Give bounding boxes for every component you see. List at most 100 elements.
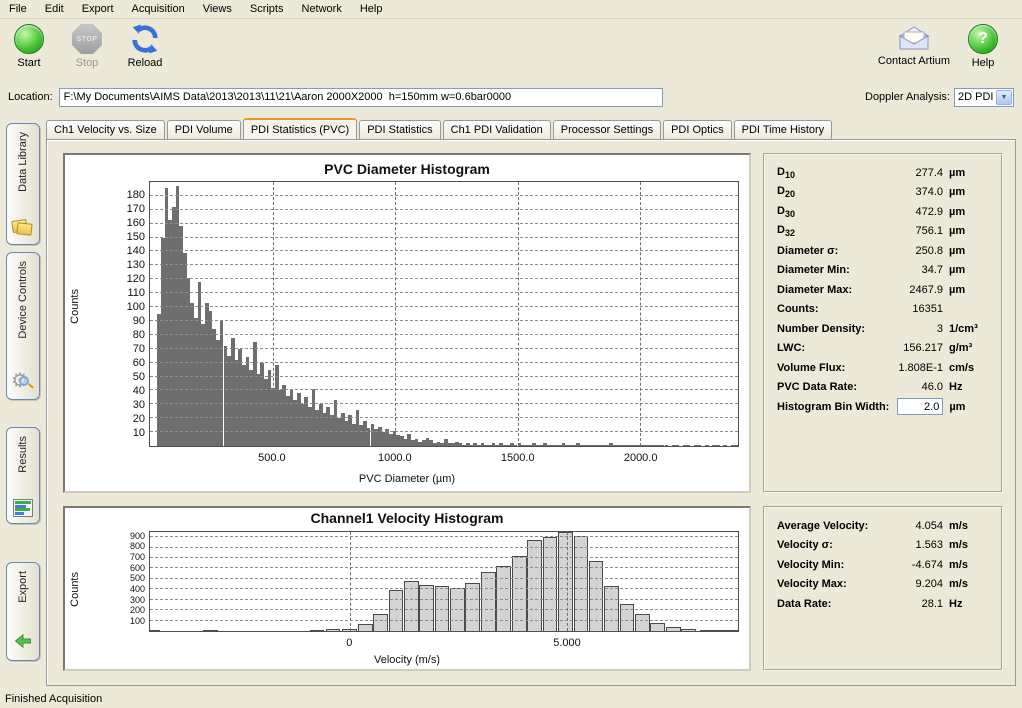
histogram-bar [676, 445, 680, 446]
gridline [150, 557, 738, 558]
y-tick-label: 80 [117, 329, 145, 341]
histogram-bar [310, 630, 325, 631]
histogram-bar [149, 630, 160, 631]
stat-label: PVC Data Rate: [777, 381, 889, 393]
start-label: Start [17, 57, 40, 69]
tab-pdi-statistics[interactable]: PDI Statistics [359, 120, 440, 139]
menu-item-export[interactable]: Export [73, 1, 123, 17]
pvc-stat-row: D20374.0µm [777, 183, 993, 203]
menu-bar: FileEditExportAcquisitionViewsScriptsNet… [0, 0, 1022, 19]
sidebar-item-results[interactable]: Results [6, 427, 40, 524]
contact-artium-label: Contact Artium [878, 55, 950, 67]
tab-ch1-velocity-vs-size[interactable]: Ch1 Velocity vs. Size [46, 120, 165, 139]
velocity-stat-row: Data Rate:28.1Hz [777, 594, 993, 614]
menu-item-network[interactable]: Network [292, 1, 350, 17]
gridline [150, 620, 738, 621]
gridline [273, 182, 274, 446]
stat-label: Data Rate: [777, 598, 889, 610]
gridline [150, 209, 738, 210]
location-input[interactable] [59, 88, 663, 107]
pvc-stat-row: Histogram Bin Width: µm [777, 397, 993, 417]
results-content-panel: PVC Diameter Histogram Counts 1020304050… [46, 139, 1016, 686]
contact-artium-button[interactable]: Contact Artium [874, 24, 954, 83]
y-tick-label: 120 [117, 273, 145, 285]
folders-icon [12, 218, 34, 238]
sidebar-item-device-controls[interactable]: Device Controls⚙ [6, 252, 40, 400]
sidebar-item-label: Results [17, 436, 29, 473]
y-tick-label: 900 [117, 531, 145, 541]
histogram-bar [543, 537, 558, 631]
gridline [150, 250, 738, 251]
stat-unit: m/s [949, 578, 993, 590]
stat-value: 4.054 [889, 520, 949, 532]
sidebar-item-export[interactable]: Export [6, 562, 40, 661]
velocity-histogram-chart: Channel1 Velocity Histogram Counts 10020… [63, 506, 751, 671]
stat-value: 2467.9 [889, 284, 949, 296]
y-tick-label: 60 [117, 357, 145, 369]
stat-unit: µm [949, 167, 993, 179]
pvc-stat-row: D30472.9µm [777, 202, 993, 222]
stat-value: 1.563 [889, 539, 949, 551]
pvc-chart-title: PVC Diameter Histogram [65, 161, 749, 177]
x-tick-label: 1500.0 [501, 452, 535, 464]
reload-icon [130, 24, 160, 54]
gridline [150, 536, 738, 537]
gridline [150, 264, 738, 265]
stat-label-subscript: 10 [785, 170, 795, 180]
gridline [518, 182, 519, 446]
pvc-yaxis-label: Counts [69, 289, 81, 324]
tab-pdi-volume[interactable]: PDI Volume [167, 120, 241, 139]
tab-ch1-pdi-validation[interactable]: Ch1 PDI Validation [443, 120, 551, 139]
y-tick-label: 20 [117, 413, 145, 425]
pvc-stat-row: PVC Data Rate:46.0Hz [777, 378, 993, 398]
pvc-stat-row: Diameter Max:2467.9µm [777, 280, 993, 300]
menu-item-acquisition[interactable]: Acquisition [123, 1, 194, 17]
menu-item-scripts[interactable]: Scripts [241, 1, 293, 17]
histogram-bin-width-input[interactable] [897, 398, 943, 415]
gridline [640, 182, 641, 446]
gridline [150, 403, 738, 404]
histogram-bar [389, 590, 404, 631]
velocity-yaxis-label: Counts [69, 572, 81, 607]
doppler-analysis-select[interactable]: 2D PDI ▼ [954, 88, 1014, 107]
stat-label: Counts: [777, 303, 889, 315]
tab-pdi-time-history[interactable]: PDI Time History [734, 120, 833, 139]
stat-unit: µm [949, 245, 993, 257]
stat-unit: µm [949, 206, 993, 218]
stat-label: Diameter Min: [777, 264, 889, 276]
stat-label: Diameter σ: [777, 245, 889, 257]
menu-item-file[interactable]: File [0, 1, 36, 17]
chevron-down-icon[interactable]: ▼ [996, 90, 1012, 105]
stat-value: 16351 [889, 303, 949, 315]
stat-unit: µm [949, 401, 993, 413]
velocity-xaxis-label: Velocity (m/s) [65, 654, 749, 666]
menu-item-views[interactable]: Views [194, 1, 241, 17]
y-tick-label: 40 [117, 385, 145, 397]
stat-label: Histogram Bin Width: [777, 401, 889, 413]
histogram-bar [665, 445, 669, 446]
menu-item-help[interactable]: Help [351, 1, 392, 17]
reload-button[interactable]: Reload [116, 24, 174, 83]
histogram-bar [635, 614, 650, 631]
y-tick-label: 100 [117, 301, 145, 313]
export-arrow-icon [12, 631, 34, 654]
gridline [150, 306, 738, 307]
tab-pdi-optics[interactable]: PDI Optics [663, 120, 732, 139]
gridline [150, 599, 738, 600]
start-button[interactable]: Start [0, 24, 58, 83]
histogram-bar [705, 445, 709, 446]
help-button[interactable]: ? Help [954, 24, 1012, 83]
velocity-stats-panel: Average Velocity:4.054m/sVelocity σ:1.56… [763, 506, 1003, 671]
pvc-stats-panel: D10277.4µmD20374.0µmD30472.9µmD32756.1µm… [763, 153, 1003, 493]
gridline [150, 389, 738, 390]
tab-processor-settings[interactable]: Processor Settings [553, 120, 661, 139]
tab-pdi-statistics-pvc-[interactable]: PDI Statistics (PVC) [243, 118, 357, 139]
menu-item-edit[interactable]: Edit [36, 1, 73, 17]
stat-value: 9.204 [889, 578, 949, 590]
stat-value: 374.0 [889, 186, 949, 198]
pvc-diameter-histogram-chart: PVC Diameter Histogram Counts 1020304050… [63, 153, 751, 493]
y-tick-label: 30 [117, 399, 145, 411]
sidebar-item-data-library[interactable]: Data Library [6, 123, 40, 245]
gridline [150, 320, 738, 321]
histogram-bar [481, 572, 496, 631]
